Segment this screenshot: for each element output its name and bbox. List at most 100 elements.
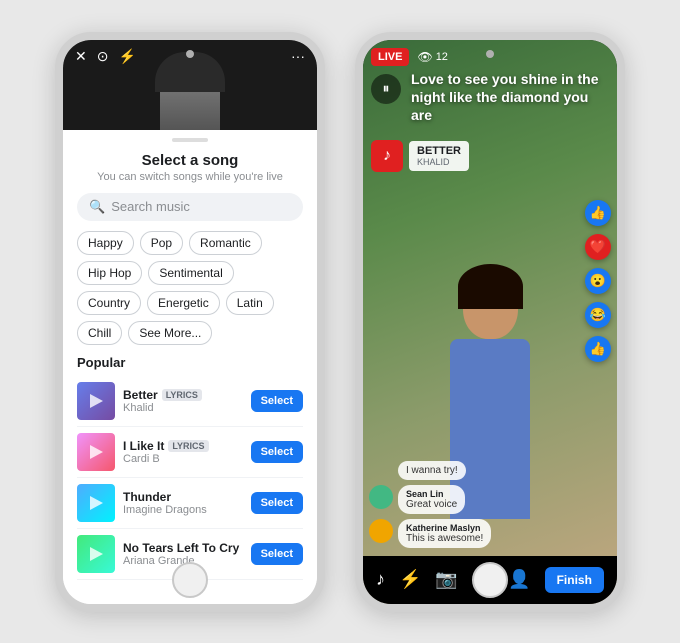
comments-container: I wanna try! Sean Lin Great voice Kather… [369, 461, 581, 548]
song-thumbnail [77, 433, 115, 471]
song-item: Thunder Imagine Dragons Select [77, 478, 303, 529]
genre-tag[interactable]: Latin [226, 291, 274, 315]
viewers-count: 👁 12 [417, 50, 447, 64]
music-card-artist: KHALID [417, 157, 461, 167]
song-item: I Like It LYRICS Cardi B Select [77, 427, 303, 478]
song-name: Better [123, 388, 158, 402]
song-thumbnail [77, 484, 115, 522]
music-toolbar-icon[interactable]: ♪ [376, 569, 385, 590]
effects-icon[interactable]: ⚡ [118, 48, 135, 65]
person-preview [160, 60, 220, 130]
play-icon [90, 547, 103, 561]
music-card-song: BETTER [417, 145, 461, 157]
comment-text-1: Great voice [406, 499, 457, 510]
person-head [463, 274, 518, 339]
search-icon: 🔍 [89, 199, 105, 215]
reactions-container: 👍 ❤️ 😮 😂 👍 [585, 200, 611, 362]
song-info: Better LYRICS Khalid [123, 388, 243, 414]
select-song-button[interactable]: Select [251, 543, 303, 565]
play-icon [90, 445, 103, 459]
genre-tag[interactable]: Hip Hop [77, 261, 142, 285]
song-name-row: No Tears Left To Cry [123, 541, 243, 555]
song-name-row: Better LYRICS [123, 388, 243, 402]
song-name: I Like It [123, 439, 164, 453]
effects-toolbar-icon[interactable]: ⚡ [399, 569, 421, 590]
select-song-button[interactable]: Select [251, 492, 303, 514]
genre-tag[interactable]: Happy [77, 231, 134, 255]
reaction-thumbs-up[interactable]: 👍 [585, 200, 611, 226]
music-card-info: BETTER KHALID [409, 141, 469, 171]
reaction-haha[interactable]: 😂 [585, 302, 611, 328]
song-list: Better LYRICS Khalid Select I Like It LY… [77, 376, 303, 580]
song-name-row: I Like It LYRICS [123, 439, 243, 453]
sheet-title: Select a song [77, 152, 303, 169]
song-name: No Tears Left To Cry [123, 541, 239, 555]
song-artist: Imagine Dragons [123, 504, 243, 516]
song-name-row: Thunder [123, 490, 243, 504]
lyrics-badge: LYRICS [162, 389, 202, 401]
song-item: Better LYRICS Khalid Select [77, 376, 303, 427]
sheet-subtitle: You can switch songs while you're live [77, 171, 303, 183]
pause-icon: ⏸ [383, 80, 390, 97]
genre-tag[interactable]: Chill [77, 321, 122, 345]
phone-1: ✕ ⊙ ⚡ ··· Select a song You can switch s… [55, 32, 325, 612]
phone1-screen: ✕ ⊙ ⚡ ··· Select a song You can switch s… [63, 40, 317, 604]
phone2-screen: LIVE 👁 12 ⏸ Love to see you shine in the… [363, 40, 617, 604]
comment-bubble-2: Katherine Maslyn This is awesome! [398, 519, 491, 548]
genre-tags-container: HappyPopRomantic Hip HopSentimental Countr… [77, 231, 303, 345]
song-thumbnail [77, 382, 115, 420]
people-toolbar-icon[interactable]: 👤 [508, 569, 530, 590]
search-bar[interactable]: 🔍 Search music [77, 193, 303, 221]
reaction-like[interactable]: 👍 [585, 336, 611, 362]
comment-user-2: Katherine Maslyn [406, 523, 483, 533]
viewers-number: 12 [436, 51, 448, 63]
play-icon [90, 394, 103, 408]
comment-user-1: Sean Lin [406, 489, 457, 499]
eye-icon: 👁 [417, 50, 432, 64]
genre-tag[interactable]: Energetic [147, 291, 220, 315]
pause-button[interactable]: ⏸ [371, 74, 401, 104]
genre-tag[interactable]: Pop [140, 231, 183, 255]
song-info: Thunder Imagine Dragons [123, 490, 243, 516]
song-name: Thunder [123, 490, 171, 504]
close-icon[interactable]: ✕ [75, 48, 87, 65]
home-button[interactable] [172, 562, 208, 598]
comment-item-2: Katherine Maslyn This is awesome! [369, 519, 581, 548]
reaction-heart[interactable]: ❤️ [585, 234, 611, 260]
song-thumbnail [77, 535, 115, 573]
camera-toolbar-icon[interactable]: 📷 [435, 569, 457, 590]
lyrics-badge: LYRICS [168, 440, 208, 452]
genre-tag[interactable]: Romantic [189, 231, 262, 255]
comment-simple: I wanna try! [398, 461, 466, 480]
music-icon: ♪ [371, 140, 403, 172]
genre-tag[interactable]: See More... [128, 321, 212, 345]
comment-avatar-2 [369, 519, 393, 543]
comment-item-1: Sean Lin Great voice [369, 485, 581, 514]
popular-label: Popular [77, 355, 303, 370]
select-song-button[interactable]: Select [251, 390, 303, 412]
live-badge: LIVE [371, 48, 409, 66]
person-hair [155, 52, 225, 92]
comment-text-2: This is awesome! [406, 533, 483, 544]
comment-bubble-1: Sean Lin Great voice [398, 485, 465, 514]
drag-handle [172, 138, 208, 142]
music-card: ♪ BETTER KHALID [371, 140, 469, 172]
play-icon [90, 496, 103, 510]
genre-tag[interactable]: Sentimental [148, 261, 233, 285]
phone-2: LIVE 👁 12 ⏸ Love to see you shine in the… [355, 32, 625, 612]
finish-button[interactable]: Finish [545, 567, 604, 593]
person-hair [458, 264, 523, 309]
select-song-button[interactable]: Select [251, 441, 303, 463]
phone1-top-area: ✕ ⊙ ⚡ ··· [63, 40, 317, 130]
genre-tag[interactable]: Country [77, 291, 141, 315]
song-selector-sheet: Select a song You can switch songs while… [63, 130, 317, 604]
phone1-top-controls: ✕ ⊙ ⚡ [75, 48, 136, 65]
reaction-wow[interactable]: 😮 [585, 268, 611, 294]
song-artist: Khalid [123, 402, 243, 414]
camera-icon[interactable]: ⊙ [97, 48, 109, 65]
song-info: I Like It LYRICS Cardi B [123, 439, 243, 465]
search-placeholder-text: Search music [111, 199, 190, 214]
song-artist: Cardi B [123, 453, 243, 465]
more-icon[interactable]: ··· [291, 48, 305, 64]
home-button-2[interactable] [472, 562, 508, 598]
